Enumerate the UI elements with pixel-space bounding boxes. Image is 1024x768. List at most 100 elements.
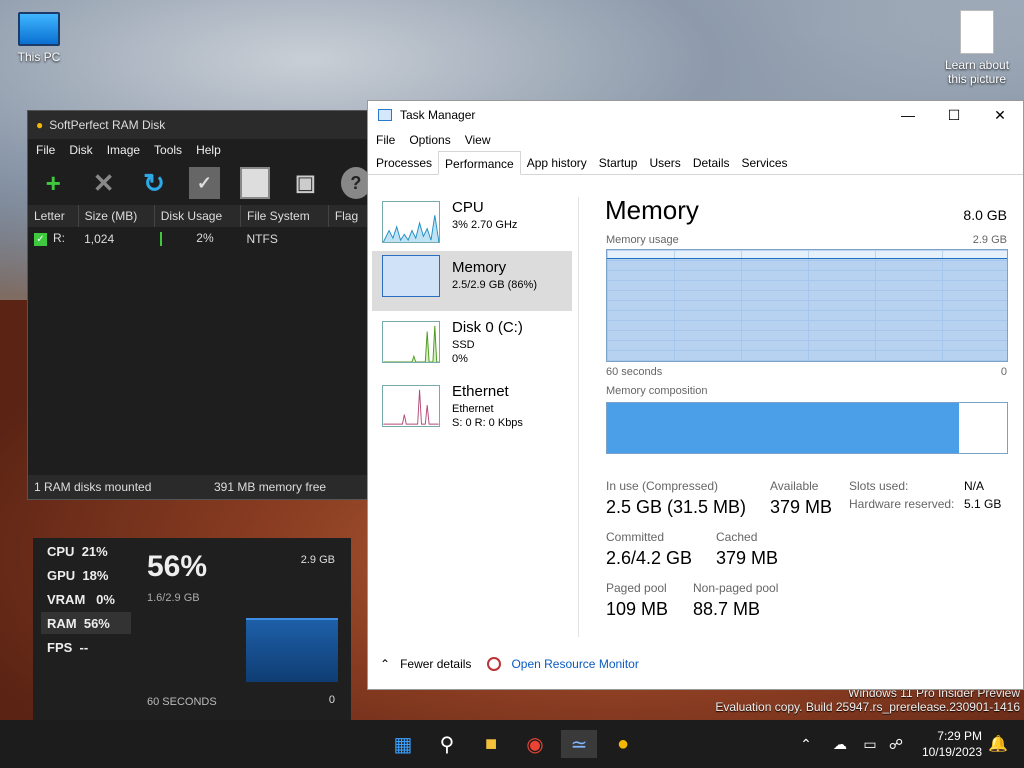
overlay-cpu: CPU 21% xyxy=(41,540,131,562)
onedrive-icon[interactable]: ☁ xyxy=(826,730,854,758)
overlay-gpu-label: GPU xyxy=(47,567,76,583)
resource-cpu[interactable]: CPU 3% 2.70 GHz xyxy=(372,197,572,257)
this-pc-desktop-icon[interactable]: This PC xyxy=(4,12,74,64)
checkmark-icon[interactable]: ✓ xyxy=(189,167,220,199)
file-explorer-icon[interactable]: ■ xyxy=(477,730,505,758)
chrome-icon[interactable]: ◉ xyxy=(521,730,549,758)
remove-icon[interactable]: ✕ xyxy=(88,167,118,199)
ramdisk-window: ● SoftPerfect RAM Disk File Disk Image T… xyxy=(27,110,372,500)
overlay-ram-label: RAM xyxy=(47,615,77,631)
status-mounted: 1 RAM disks mounted xyxy=(34,480,152,494)
in-use-value: 2.5 GB (31.5 MB) xyxy=(606,497,747,517)
tm-menu-view[interactable]: View xyxy=(465,133,491,147)
overlay-cpu-label: CPU xyxy=(47,543,75,559)
taskbar-clock[interactable]: 7:29 PM 10/19/2023 xyxy=(922,728,982,760)
pane-divider xyxy=(578,197,579,637)
memory-usage-max: 2.9 GB xyxy=(972,234,1007,246)
paged-pool-value: 109 MB xyxy=(606,599,669,619)
tab-startup[interactable]: Startup xyxy=(593,151,644,175)
checkbox-icon[interactable]: ✓ xyxy=(34,233,47,246)
maximize-icon[interactable]: ☐ xyxy=(931,101,977,129)
blank-icon[interactable] xyxy=(239,167,271,199)
task-manager-icon[interactable]: ≃ xyxy=(561,730,597,758)
chevron-up-icon[interactable]: ⌃ xyxy=(380,657,390,671)
clock-date: 10/19/2023 xyxy=(921,745,982,759)
col-filesystem[interactable]: File System xyxy=(240,205,329,227)
resource-disk-usage: 0% xyxy=(452,353,468,365)
learn-picture-desktop-icon[interactable]: Learn about this picture xyxy=(938,10,1016,86)
network-icon[interactable]: ☍ xyxy=(882,730,910,758)
memory-usage-area xyxy=(607,258,1007,361)
ramdisk-menu-help[interactable]: Help xyxy=(196,143,221,157)
ramdisk-icon[interactable]: ● xyxy=(609,730,637,758)
search-icon[interactable]: ⚲ xyxy=(433,730,461,758)
add-icon[interactable]: + xyxy=(38,167,68,199)
open-resource-monitor-link[interactable]: Open Resource Monitor xyxy=(511,657,638,671)
refresh-icon[interactable]: ↻ xyxy=(139,167,169,199)
nonpaged-pool-label: Non-paged pool xyxy=(693,581,779,595)
cell-size: 1,024 xyxy=(84,231,115,246)
tm-menu-options[interactable]: Options xyxy=(409,133,450,147)
clock-time: 7:29 PM xyxy=(937,729,982,743)
memory-mini-graph xyxy=(382,255,440,297)
save-icon[interactable]: ▣ xyxy=(290,167,320,199)
ramdisk-title: SoftPerfect RAM Disk xyxy=(49,118,166,132)
minimize-icon[interactable]: — xyxy=(885,101,931,129)
tm-tabs: Processes Performance App history Startu… xyxy=(368,151,1023,175)
disk-mini-graph xyxy=(382,321,440,363)
overlay-big-value: 56% xyxy=(147,550,208,583)
resource-memory[interactable]: Memory 2.5/2.9 GB (86%) xyxy=(372,251,572,311)
hw-reserved-value: 5.1 GB xyxy=(964,497,1002,511)
display-icon[interactable]: ▭ xyxy=(856,730,884,758)
windows-start-icon[interactable]: ▦ xyxy=(389,730,417,758)
overlay-vram-value: 0% xyxy=(96,591,115,607)
this-pc-label: This PC xyxy=(17,50,61,64)
ramdisk-titlebar[interactable]: ● SoftPerfect RAM Disk xyxy=(28,111,371,139)
fewer-details-link[interactable]: Fewer details xyxy=(400,657,471,671)
cell-filesystem: NTFS xyxy=(246,231,278,246)
col-usage[interactable]: Disk Usage xyxy=(154,205,242,227)
tab-details[interactable]: Details xyxy=(687,151,736,175)
col-flag[interactable]: Flag xyxy=(328,205,372,227)
tab-app-history[interactable]: App history xyxy=(521,151,593,175)
notification-bell-icon[interactable]: 🔔 xyxy=(984,730,1012,758)
in-use-label: In use (Compressed) xyxy=(606,479,719,493)
ramdisk-table: Letter Size (MB) Disk Usage File System … xyxy=(28,205,372,250)
memory-composition-bar xyxy=(606,402,1008,454)
ramdisk-menu-image[interactable]: Image xyxy=(107,143,140,157)
ramdisk-menubar: File Disk Image Tools Help xyxy=(28,139,371,161)
memory-total: 8.0 GB xyxy=(963,207,1007,223)
tab-services[interactable]: Services xyxy=(736,151,794,175)
paged-pool-label: Paged pool xyxy=(606,581,667,595)
col-size[interactable]: Size (MB) xyxy=(78,205,155,227)
overlay-gpu-value: 18% xyxy=(82,567,109,583)
memory-usage-graph xyxy=(606,249,1008,362)
resource-disk[interactable]: Disk 0 (C:) SSD 0% xyxy=(372,317,572,377)
watermark-line2: Evaluation copy. Build 25947.rs_prerelea… xyxy=(715,700,1020,714)
available-label: Available xyxy=(770,479,819,493)
close-icon[interactable]: ✕ xyxy=(977,101,1023,129)
tm-menu-file[interactable]: File xyxy=(376,133,395,147)
ramdisk-menu-tools[interactable]: Tools xyxy=(154,143,182,157)
tab-processes[interactable]: Processes xyxy=(370,151,438,175)
overlay-fps: FPS -- xyxy=(41,636,131,658)
cell-usage: 2% xyxy=(154,227,240,250)
col-letter[interactable]: Letter xyxy=(28,205,79,227)
tab-performance[interactable]: Performance xyxy=(438,151,521,175)
resource-ethernet[interactable]: Ethernet Ethernet S: 0 R: 0 Kbps xyxy=(372,381,572,441)
ramdisk-menu-file[interactable]: File xyxy=(36,143,55,157)
overlay-gpu: GPU 18% xyxy=(41,564,131,586)
chevron-up-icon[interactable]: ⌃ xyxy=(792,730,820,758)
table-row[interactable]: ✓ R: 1,024 2% NTFS xyxy=(28,227,371,250)
resource-disk-name: Disk 0 (C:) xyxy=(452,319,523,336)
ramdisk-menu-disk[interactable]: Disk xyxy=(69,143,92,157)
document-icon xyxy=(960,10,994,54)
tab-users[interactable]: Users xyxy=(643,151,686,175)
overlay-ram: RAM 56% xyxy=(41,612,131,634)
overlay-max-label: 2.9 GB xyxy=(300,554,335,566)
nonpaged-pool-value: 88.7 MB xyxy=(693,599,761,619)
usage-bar xyxy=(160,231,163,246)
ramdisk-statusbar: 1 RAM disks mounted 391 MB memory free xyxy=(28,475,371,499)
overlay-sub-value: 1.6/2.9 GB xyxy=(147,592,200,604)
mouse-cursor-icon xyxy=(881,561,893,575)
